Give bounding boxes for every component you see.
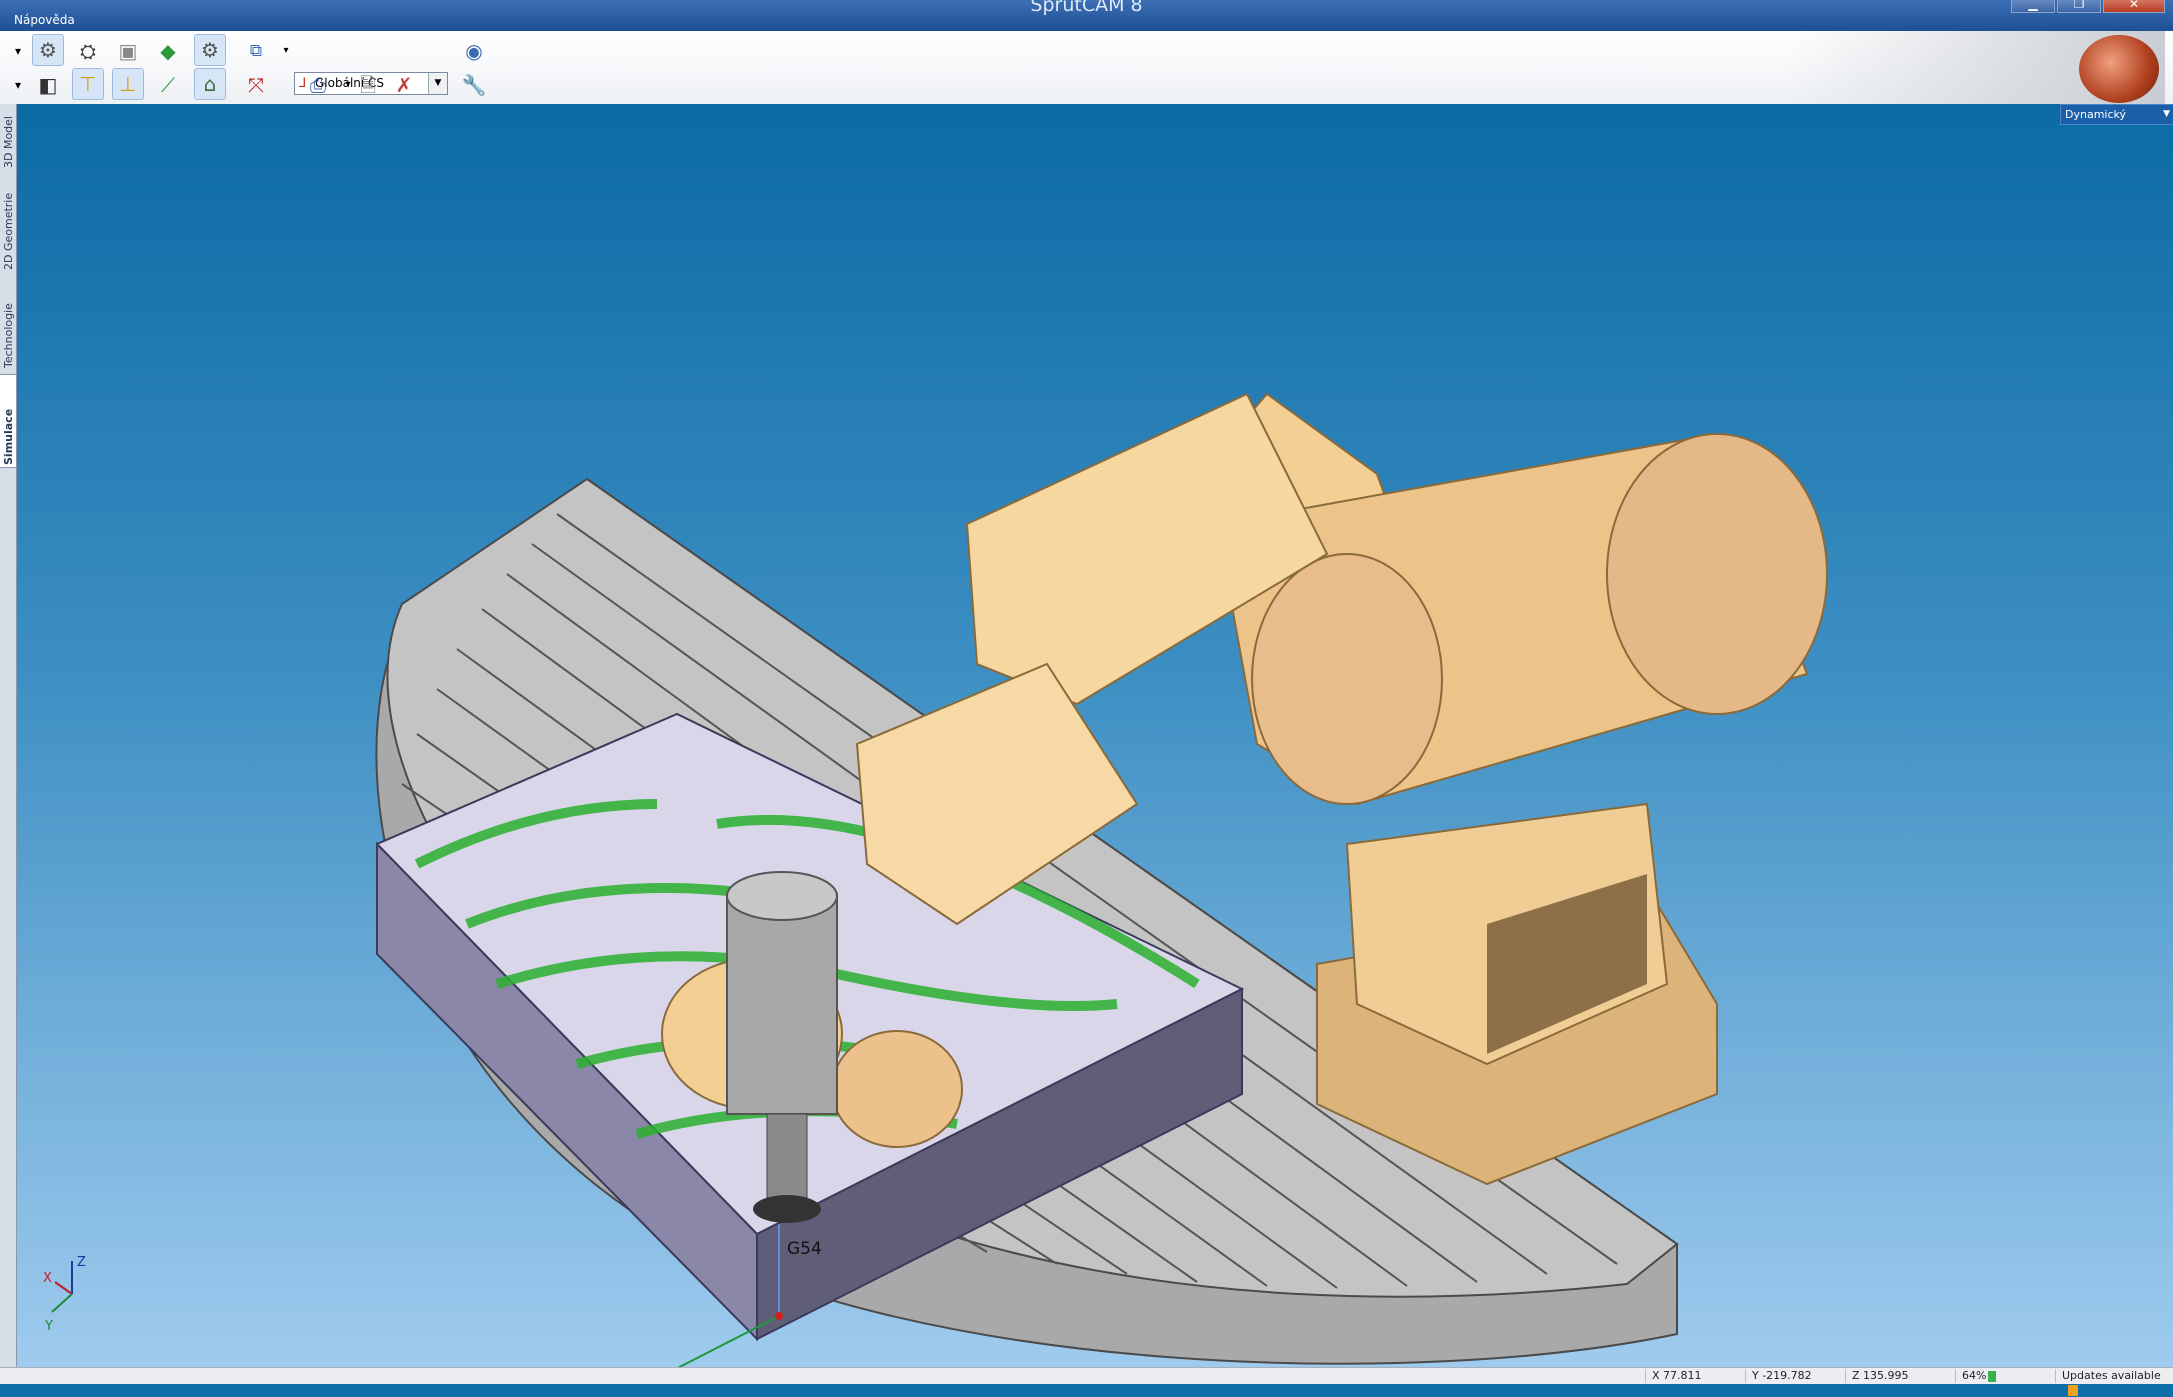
triad-x-label: X — [43, 1271, 52, 1286]
axis-arrow-icon[interactable]: ⤧ — [240, 69, 272, 101]
triad-z-label: Z — [77, 1255, 86, 1270]
machine-ok-icon[interactable]: ⚙ — [194, 34, 226, 66]
tool-icon[interactable]: ⛭ — [72, 35, 104, 67]
toolbar-overflow-icon[interactable]: ▾ — [2, 35, 34, 67]
workpiece-cs-label: G54 — [787, 1239, 822, 1259]
chevron-down-icon[interactable]: ▼ — [428, 73, 447, 94]
workpiece-icon[interactable]: ▣ — [112, 35, 144, 67]
menu-help[interactable]: Nápověda — [14, 13, 75, 27]
axis-triad: Z X Y — [43, 1255, 86, 1334]
fixture-icon[interactable]: ◆ — [152, 35, 184, 67]
pdf-icon[interactable]: ⎙ — [302, 69, 334, 101]
machine-icon[interactable]: ⚙ — [32, 34, 64, 66]
part-icon[interactable]: ◧ — [32, 69, 64, 101]
toolbar-overflow-2-icon[interactable]: ▾ — [2, 69, 34, 101]
minimize-button[interactable]: ▁ — [2011, 0, 2055, 13]
view-mode-select[interactable]: Dynamický ▼ — [2060, 104, 2173, 125]
tab-simulation[interactable]: Simulace — [0, 374, 17, 468]
update-icon — [2068, 1384, 2078, 1396]
status-bar: X 77.811 Y -219.782 Z 135.995 64% Update… — [0, 1367, 2173, 1396]
tool-library-icon[interactable]: ⊥ — [112, 68, 144, 100]
app-title: SprutCAM 8 — [1030, 0, 1143, 16]
setup-dropdown-icon[interactable]: ▾ — [270, 35, 302, 67]
view-mode-value: Dynamický — [2065, 108, 2126, 121]
delete-report-icon[interactable]: ✗ — [388, 69, 420, 101]
tab-2d-geometry[interactable]: 2D Geometrie — [0, 172, 16, 272]
wrench-icon[interactable]: 🔧 — [458, 69, 490, 101]
status-z: Z 135.995 — [1845, 1369, 1952, 1383]
status-x: X 77.811 — [1645, 1369, 1747, 1383]
chevron-down-icon: ▼ — [2163, 109, 2170, 119]
toolpath-icon[interactable]: ⟋ — [152, 69, 184, 101]
operation-icon[interactable]: ⌂ — [194, 68, 226, 100]
maximize-button[interactable]: ❐ — [2057, 0, 2101, 13]
tab-3d-model[interactable]: 3D Model — [0, 108, 16, 170]
machine-scene: G54 Z X Y — [43, 392, 1828, 1367]
title-bar: SprutCAM 8 Nápověda ▁ ❐ ✕ — [0, 0, 2173, 31]
app-logo — [1785, 31, 2165, 104]
status-memory-value: 64% — [1962, 1369, 1987, 1382]
side-tabs: 3D Model 2D Geometrie Technologie Simula… — [0, 104, 17, 1367]
3d-viewport[interactable]: G54 Z X Y — [17, 104, 2173, 1367]
logo-wheel-icon — [2079, 35, 2159, 103]
triad-y-label: Y — [44, 1319, 53, 1334]
memory-gauge-icon — [1988, 1370, 1997, 1382]
status-memory: 64% — [1955, 1369, 2007, 1383]
simulate-icon[interactable]: ◉ — [458, 35, 490, 67]
status-y: Y -219.782 — [1745, 1369, 1847, 1383]
setup-icon[interactable]: ⧉ — [240, 35, 272, 67]
print-preview-icon[interactable]: 🗎 — [352, 69, 384, 101]
close-button[interactable]: ✕ — [2103, 0, 2165, 13]
tool-holder-icon[interactable]: ⊤ — [72, 68, 104, 100]
status-updates-text: Updates available — [2062, 1369, 2161, 1382]
status-updates[interactable]: Updates available — [2055, 1369, 2173, 1396]
tab-technology[interactable]: Technologie — [0, 274, 16, 370]
